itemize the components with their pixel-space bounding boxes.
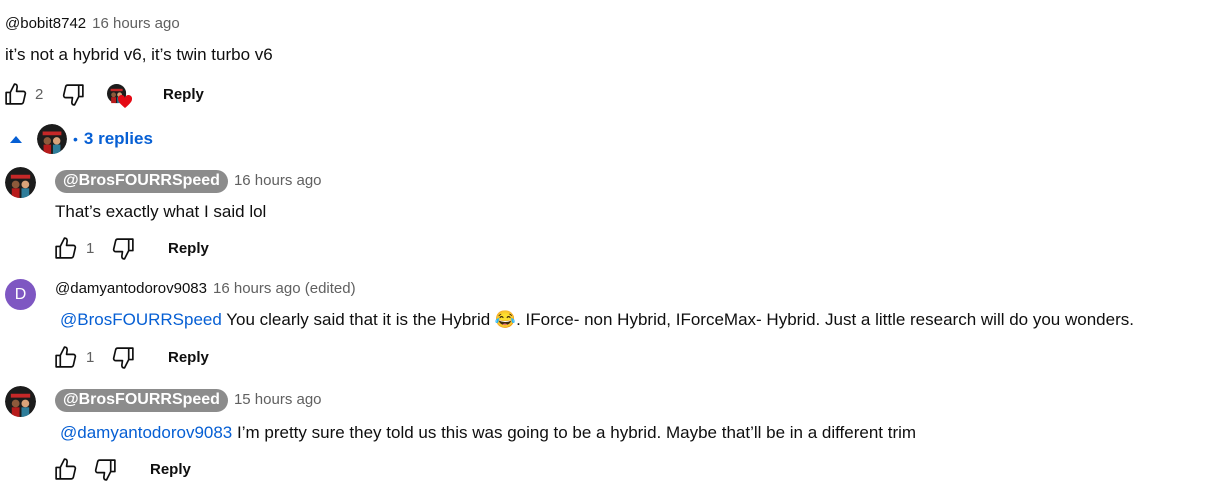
reply-time[interactable]: 16 hours ago (edited) xyxy=(213,280,356,297)
reply-time[interactable]: 16 hours ago xyxy=(234,172,322,189)
dislike-icon[interactable] xyxy=(111,345,136,370)
mention-link[interactable]: @BrosFOURRSpeed xyxy=(60,310,222,329)
dislike-icon[interactable] xyxy=(61,82,86,107)
like-icon[interactable] xyxy=(53,457,78,482)
comment-header: @bobit8742 16 hours ago xyxy=(5,15,180,33)
dot-separator: • xyxy=(73,131,78,147)
like-count: 2 xyxy=(35,86,44,103)
mention-link[interactable]: @damyantodorov9083 xyxy=(60,423,232,442)
comment-text: it’s not a hybrid v6, it’s twin turbo v6 xyxy=(5,45,273,64)
reply-button[interactable]: Reply xyxy=(150,461,191,478)
reply-button[interactable]: Reply xyxy=(168,349,209,366)
laughing-emoji: 😂 xyxy=(494,310,517,329)
reply-author-pill[interactable]: @BrosFOURRSpeed xyxy=(55,389,228,412)
like-icon[interactable] xyxy=(53,236,78,261)
like-count: 1 xyxy=(86,240,95,257)
reply-text: @BrosFOURRSpeed You clearly said that it… xyxy=(60,310,1134,329)
reply-text: That’s exactly what I said lol xyxy=(55,202,267,221)
like-icon[interactable] xyxy=(53,345,78,370)
caret-up-icon xyxy=(10,135,22,143)
reply-author[interactable]: @damyantodorov9083 xyxy=(55,280,207,297)
replies-count[interactable]: 3 replies xyxy=(84,129,153,149)
avatar[interactable] xyxy=(5,386,36,417)
reply-header: @damyantodorov9083 16 hours ago (edited) xyxy=(55,280,356,298)
replies-avatar xyxy=(37,124,67,154)
reply-text: @damyantodorov9083 I’m pretty sure they … xyxy=(60,423,917,442)
avatar[interactable] xyxy=(5,167,36,198)
like-count: 1 xyxy=(86,349,95,366)
reply-button[interactable]: Reply xyxy=(168,240,209,257)
reply-time[interactable]: 15 hours ago xyxy=(234,391,322,408)
replies-toggle[interactable]: • 3 replies xyxy=(10,124,153,154)
dislike-icon[interactable] xyxy=(93,457,118,482)
reply-author-pill[interactable]: @BrosFOURRSpeed xyxy=(55,170,228,193)
reply-header: @BrosFOURRSpeed 15 hours ago xyxy=(55,389,322,412)
reply-header: @BrosFOURRSpeed 16 hours ago xyxy=(55,170,322,193)
dislike-icon[interactable] xyxy=(111,236,136,261)
avatar-letter: D xyxy=(14,285,27,303)
reply-button[interactable]: Reply xyxy=(163,86,204,103)
comment-author[interactable]: @bobit8742 xyxy=(5,15,86,32)
like-icon[interactable] xyxy=(3,82,28,107)
comment-time[interactable]: 16 hours ago xyxy=(92,15,180,32)
creator-heart-icon xyxy=(107,84,133,110)
avatar[interactable]: D xyxy=(5,279,36,310)
